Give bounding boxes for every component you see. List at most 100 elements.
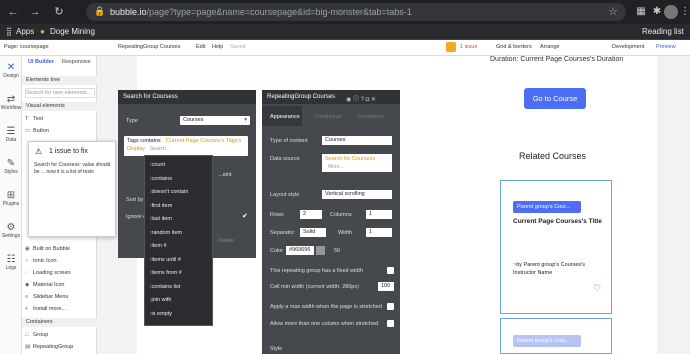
go-to-course-button[interactable]: Go to Course <box>524 88 586 109</box>
data-source-value[interactable]: Search for Coursess <box>325 156 375 162</box>
rail-item-data[interactable]: ☰ Data <box>0 126 22 143</box>
dropdown-item[interactable]: :last item <box>150 216 172 222</box>
rail-item-design[interactable]: ✕ Design <box>0 62 22 79</box>
dropdown-item[interactable]: :contains list <box>150 284 180 290</box>
new-constraint[interactable]: ...aint <box>218 172 231 178</box>
containers-header[interactable]: Containers <box>22 318 97 327</box>
grid-borders[interactable]: Grid & borders <box>496 44 532 50</box>
issue-count[interactable]: 1 issue <box>460 44 477 50</box>
type-select[interactable]: Courses ▾ <box>180 116 250 125</box>
rail-item-logs[interactable]: ☷ Logs <box>0 254 22 271</box>
element-loading-screen[interactable]: ◌ Loading screen <box>25 268 95 278</box>
tab-appearance[interactable]: Appearance <box>270 114 300 120</box>
element-selector[interactable]: RepeatingGroup Courses <box>118 44 180 50</box>
forward-icon[interactable]: → <box>28 5 42 19</box>
bookmark-star-icon[interactable]: ☆ <box>608 5 618 18</box>
element-group[interactable]: □ Group <box>25 330 95 340</box>
reading-list[interactable]: Reading list <box>642 27 684 36</box>
reload-icon[interactable]: ↻ <box>52 5 66 19</box>
search-dialog-title: Search for Coursess <box>118 90 256 104</box>
checkmark-icon[interactable]: ✔ <box>242 212 248 220</box>
address-bar[interactable]: 🔒 bubble.io/page?type=page&name=coursepa… <box>86 3 626 21</box>
layout-style-label: Layout style <box>270 192 300 198</box>
extension-icon[interactable]: ▦ <box>634 5 648 19</box>
dropdown-item[interactable]: :first item <box>150 203 172 209</box>
bookmark-doge[interactable]: Doge Mining <box>50 27 95 36</box>
color-hex-input[interactable]: #969696 <box>286 246 314 255</box>
course-card-2[interactable]: Parent group's Cour... <box>500 318 612 354</box>
color-swatch[interactable] <box>316 246 325 255</box>
menu-help[interactable]: Help <box>212 44 223 50</box>
page-selector[interactable]: Page: coursepage <box>4 44 49 50</box>
constraint-box[interactable]: Tags contains Current Page Courses's Tag… <box>124 136 248 156</box>
card-tag-pill: Parent group's Cour... <box>513 201 581 213</box>
dropdown-item[interactable]: :contains <box>150 176 172 182</box>
apps-icon[interactable]: ⣿ <box>6 27 12 36</box>
rail-item-plugins[interactable]: ⊞ Plugins <box>0 190 22 207</box>
tab-ui-builder[interactable]: UI Builder <box>28 59 54 65</box>
element-slidebar-menu[interactable]: ≡ Slidebar Menu <box>25 292 95 302</box>
delete-button[interactable]: Delete <box>218 238 234 244</box>
max-width-label: Apply a max width when the page is stret… <box>270 304 382 310</box>
element-install-more[interactable]: + Install more... <box>25 304 95 314</box>
comment-icon[interactable]: ◘ <box>366 97 370 103</box>
data-source-box[interactable]: Search for Coursess More... <box>322 154 392 172</box>
eye-icon[interactable]: ◉ <box>346 97 351 103</box>
menu-edit[interactable]: Edit <box>196 44 205 50</box>
element-repeating-group[interactable]: ▤ RepeatingGroup <box>25 342 95 352</box>
element-material-icon[interactable]: ◆ Material Icon <box>25 280 95 290</box>
arrange-menu[interactable]: Arrange <box>540 44 560 50</box>
puzzle-icon[interactable]: ✱ <box>650 5 664 19</box>
data-source-more[interactable]: More... <box>328 164 344 170</box>
menu-icon[interactable]: ⋮ <box>678 5 690 19</box>
dropdown-item[interactable]: :doesn't contain <box>150 189 188 195</box>
rail-item-workflow[interactable]: ⇄ Workflow <box>0 94 22 111</box>
course-card[interactable]: Parent group's Cour... Current Page Cour… <box>500 180 612 314</box>
dropdown-item[interactable]: :item # <box>150 243 167 249</box>
layout-style-select[interactable]: Vertical scrolling <box>322 190 392 199</box>
back-icon[interactable]: ← <box>6 5 20 19</box>
tab-responsive[interactable]: Responsive <box>62 59 91 65</box>
separator-select[interactable]: Solid <box>300 228 326 237</box>
tab-transitions[interactable]: Transitions <box>357 114 384 120</box>
element-search-input[interactable]: Search for new elements... <box>25 88 95 98</box>
columns-select[interactable]: 1 <box>366 210 392 219</box>
expression-search[interactable]: Search... <box>150 146 170 152</box>
saved-status: Saved <box>230 44 246 50</box>
heart-icon[interactable]: ♡ <box>593 283 601 294</box>
close-icon[interactable]: ✕ <box>371 97 376 103</box>
tab-conditional[interactable]: Conditional <box>314 114 342 120</box>
dropdown-item[interactable]: :items until # <box>150 257 181 263</box>
doge-icon: ● <box>40 27 45 36</box>
help-icon[interactable]: ? <box>361 97 364 103</box>
cell-min-width-input[interactable]: 100 <box>378 282 394 291</box>
rows-select[interactable]: 2 <box>300 210 322 219</box>
dropdown-item[interactable]: :join with <box>150 297 171 303</box>
element-button[interactable]: ▭ Button <box>25 126 95 136</box>
rail-item-styles[interactable]: ✎ Styles <box>0 158 22 175</box>
info-icon[interactable]: ⓘ <box>353 97 359 103</box>
element-built-on-bubble[interactable]: ◉ Built on Bubble <box>25 244 95 254</box>
bookmark-apps[interactable]: Apps <box>16 27 34 36</box>
element-ionic-icon[interactable]: ○ Ionic Icon <box>25 256 95 266</box>
element-text[interactable]: T Text <box>25 114 95 124</box>
display-token[interactable]: Display <box>127 146 145 152</box>
more-columns-checkbox[interactable] <box>387 320 394 327</box>
version-selector[interactable]: Development <box>612 44 644 50</box>
rail-item-settings[interactable]: ⚙ Settings <box>0 222 22 239</box>
preview-button[interactable]: Preview <box>656 44 676 50</box>
fixed-width-checkbox[interactable] <box>387 267 394 274</box>
max-width-checkbox[interactable] <box>387 303 394 310</box>
avatar[interactable] <box>664 5 678 19</box>
width-select[interactable]: 1 <box>366 228 392 237</box>
dropdown-item[interactable]: :count <box>150 162 165 168</box>
issue-icon[interactable] <box>446 42 456 52</box>
visual-elements-header[interactable]: Visual elements <box>22 102 97 111</box>
color-opacity[interactable]: 50 <box>334 248 340 254</box>
constraint-value[interactable]: Current Page Courses's Tags's <box>166 138 241 144</box>
dropdown-item[interactable]: :random item <box>150 230 182 236</box>
type-of-content-select[interactable]: Courses <box>322 136 392 145</box>
dropdown-item[interactable]: :items from # <box>150 270 182 276</box>
elements-tree-toggle[interactable]: Elements tree <box>22 76 97 85</box>
dropdown-item[interactable]: :is empty <box>150 311 172 317</box>
